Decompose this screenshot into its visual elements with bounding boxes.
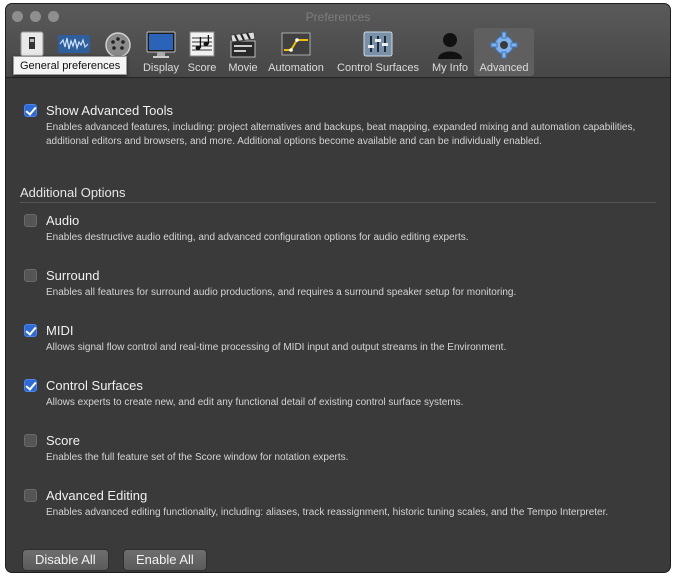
advanced-gear-icon xyxy=(490,31,518,59)
control-surfaces-label: Control Surfaces xyxy=(46,378,143,393)
audio-label: Audio xyxy=(46,213,80,228)
score-description: Enables the full feature set of the Scor… xyxy=(46,452,349,463)
advanced-editing-option: Advanced Editing Enables advanced editin… xyxy=(24,488,652,536)
movie-icon xyxy=(230,31,256,58)
surround-option: Surround Enables all features for surrou… xyxy=(24,268,652,302)
tab-my-info[interactable]: My Info xyxy=(426,28,474,76)
show-advanced-tools-description: Enables advanced features, including: pr… xyxy=(46,122,636,147)
midi-checkbox[interactable] xyxy=(24,324,37,337)
show-advanced-tools-label: Show Advanced Tools xyxy=(46,103,173,118)
control-surfaces-icon xyxy=(363,31,393,57)
midi-label: MIDI xyxy=(46,323,74,338)
show-advanced-tools-checkbox[interactable] xyxy=(24,104,37,117)
automation-icon xyxy=(281,32,311,56)
display-icon xyxy=(146,31,176,58)
surround-checkbox[interactable] xyxy=(24,269,37,282)
audio-checkbox[interactable] xyxy=(24,214,37,227)
advanced-editing-checkbox[interactable] xyxy=(24,489,37,502)
section-divider xyxy=(20,202,656,203)
control-surfaces-description: Allows experts to create new, and edit a… xyxy=(46,397,464,408)
tab-automation[interactable]: Automation xyxy=(264,28,328,76)
audio-icon xyxy=(58,35,90,53)
general-preferences-tooltip: General preferences xyxy=(13,56,128,75)
control-surfaces-checkbox[interactable] xyxy=(24,379,37,392)
advanced-editing-label: Advanced Editing xyxy=(46,488,148,503)
advanced-editing-description: Enables advanced editing functionality, … xyxy=(46,507,609,518)
disable-all-button[interactable]: Disable All xyxy=(22,549,109,571)
score-icon xyxy=(189,31,215,57)
control-surfaces-option: Control Surfaces Allows experts to creat… xyxy=(24,378,652,412)
preferences-window: Preferences Display Score Movie Automati… xyxy=(6,4,670,572)
enable-all-button[interactable]: Enable All xyxy=(123,549,207,571)
show-advanced-tools-option: Show Advanced Tools Enables advanced fea… xyxy=(24,103,652,163)
tab-advanced[interactable]: Advanced xyxy=(474,28,534,76)
window-title: Preferences xyxy=(305,10,371,24)
audio-option: Audio Enables destructive audio editing,… xyxy=(24,213,652,247)
audio-description: Enables destructive audio editing, and a… xyxy=(46,232,469,243)
midi-option: MIDI Allows signal flow control and real… xyxy=(24,323,652,357)
surround-description: Enables all features for surround audio … xyxy=(46,287,517,298)
score-label: Score xyxy=(46,433,80,448)
score-option: Score Enables the full feature set of th… xyxy=(24,433,652,467)
advanced-preferences-pane: Show Advanced Tools Enables advanced fea… xyxy=(6,79,670,572)
midi-icon xyxy=(105,32,131,58)
general-icon xyxy=(20,31,44,57)
my-info-icon xyxy=(438,33,462,59)
tab-display[interactable]: Display xyxy=(140,28,182,76)
tab-control-surfaces[interactable]: Control Surfaces xyxy=(332,28,424,76)
additional-options-heading: Additional Options xyxy=(20,185,126,200)
score-checkbox[interactable] xyxy=(24,434,37,447)
surround-label: Surround xyxy=(46,268,100,283)
tab-score[interactable]: Score xyxy=(184,28,220,76)
midi-description: Allows signal flow control and real-time… xyxy=(46,342,507,353)
tab-movie[interactable]: Movie xyxy=(224,28,262,76)
